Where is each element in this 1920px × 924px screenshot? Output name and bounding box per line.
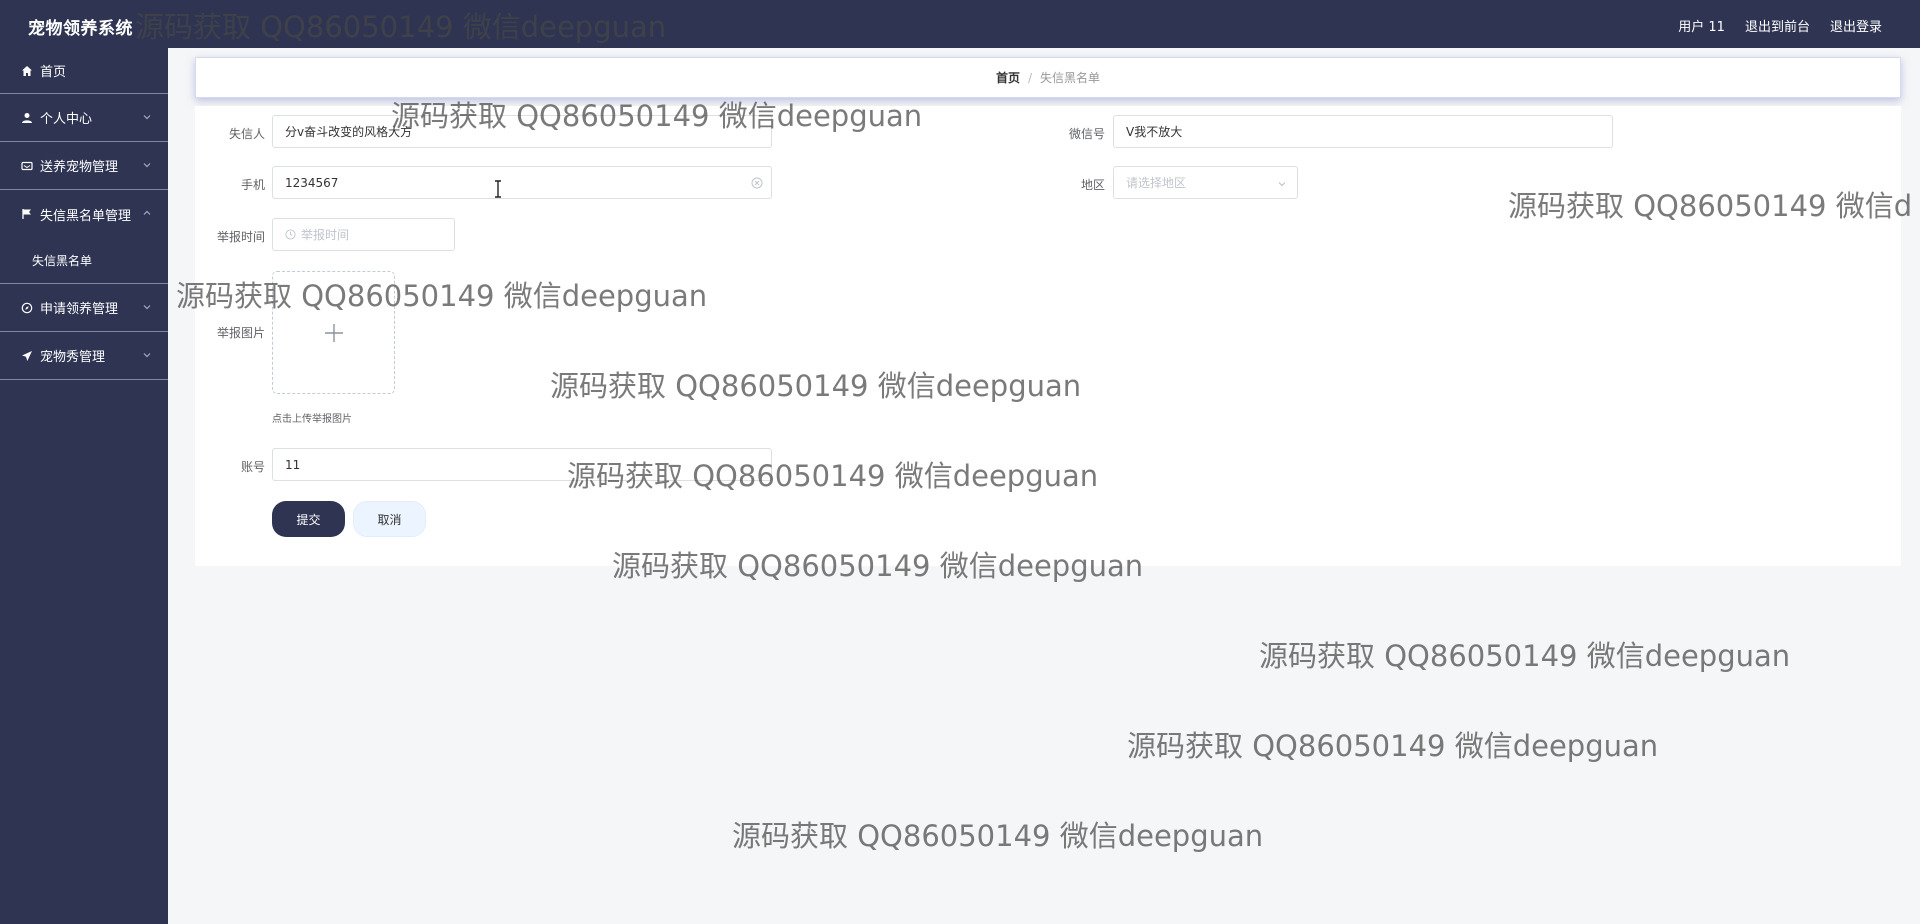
- account-label: 账号: [240, 460, 265, 474]
- account-input[interactable]: 11: [272, 448, 772, 481]
- sidebar-item-label: 送养宠物管理: [40, 160, 119, 175]
- image-upload-button[interactable]: [272, 271, 395, 394]
- user-icon: [20, 111, 34, 125]
- chevron-down-icon: [143, 115, 151, 120]
- text-cursor-icon: [495, 180, 501, 198]
- sidebar-item-home[interactable]: 首页: [0, 48, 168, 94]
- header-nav: 用户 11 退出到前台 退出登录: [1678, 16, 1882, 35]
- region-placeholder: 请选择地区: [1126, 176, 1187, 190]
- sidebar-item-label: 失信黑名单: [32, 254, 93, 268]
- sidebar-item-adoption-applications[interactable]: 申请领养管理: [0, 284, 168, 332]
- sidebar-item-rehome-pets[interactable]: 送养宠物管理: [0, 142, 168, 190]
- chevron-up-icon: [143, 210, 151, 215]
- chevron-down-icon: [143, 305, 151, 310]
- upload-hint: 点击上传举报图片: [272, 414, 352, 425]
- back-to-front-link[interactable]: 退出到前台: [1745, 16, 1810, 35]
- sidebar-item-label: 宠物秀管理: [40, 350, 106, 365]
- phone-value: 1234567: [285, 175, 339, 190]
- logout-link[interactable]: 退出登录: [1830, 16, 1882, 35]
- breadcrumb-current: 失信黑名单: [1040, 71, 1101, 85]
- sidebar: 首页 个人中心 送养宠物管理 失信黑名单管理 失信黑名单 申请领养管理 宠物秀管…: [0, 48, 168, 924]
- sidebar-item-pet-show[interactable]: 宠物秀管理: [0, 332, 168, 380]
- phone-input[interactable]: 1234567: [272, 166, 772, 199]
- top-header: 宠物领养系统 用户 11 退出到前台 退出登录: [0, 0, 1920, 48]
- clock-icon: [285, 229, 296, 240]
- plus-icon: [325, 324, 343, 342]
- sidebar-item-personal-center[interactable]: 个人中心: [0, 94, 168, 142]
- wechat-input[interactable]: V我不放大: [1113, 115, 1613, 148]
- card-icon: [20, 159, 34, 173]
- dishonest-person-input[interactable]: 分v奋斗改变的风格大方: [272, 115, 772, 148]
- clear-icon[interactable]: [751, 177, 763, 189]
- region-select[interactable]: 请选择地区: [1113, 166, 1298, 199]
- sidebar-item-blacklist-management[interactable]: 失信黑名单管理: [0, 190, 168, 238]
- report-time-label: 举报时间: [216, 230, 265, 244]
- main-content: 首页 / 失信黑名单 失信人 分v奋斗改变的风格大方 微信号 V我不放大 手机 …: [168, 48, 1920, 924]
- chevron-down-icon: [1278, 182, 1286, 187]
- app-title: 宠物领养系统: [28, 19, 133, 39]
- user-menu[interactable]: 用户 11: [1678, 16, 1725, 35]
- wechat-label: 微信号: [1068, 127, 1105, 141]
- report-time-placeholder: 举报时间: [301, 228, 350, 242]
- sidebar-item-label: 失信黑名单管理: [40, 208, 132, 224]
- flag-icon: [20, 207, 34, 221]
- sidebar-item-label: 申请领养管理: [40, 302, 119, 317]
- phone-label: 手机: [240, 178, 265, 192]
- blacklist-form: 失信人 分v奋斗改变的风格大方 微信号 V我不放大 手机 1234567 地区 …: [195, 106, 1901, 566]
- breadcrumb-separator: /: [1027, 70, 1033, 85]
- report-time-picker[interactable]: 举报时间: [272, 218, 455, 251]
- breadcrumb-home[interactable]: 首页: [996, 69, 1020, 86]
- compass-icon: [20, 301, 34, 315]
- send-icon: [20, 349, 34, 363]
- region-label: 地区: [1080, 178, 1105, 192]
- sidebar-item-label: 个人中心: [40, 112, 93, 127]
- cancel-button[interactable]: 取消: [353, 501, 426, 537]
- home-icon: [20, 64, 34, 78]
- chevron-down-icon: [143, 163, 151, 168]
- dishonest-person-label: 失信人: [228, 127, 265, 141]
- sidebar-item-blacklist[interactable]: 失信黑名单: [0, 238, 168, 284]
- report-image-label: 举报图片: [216, 326, 265, 340]
- sidebar-item-label: 首页: [40, 65, 67, 80]
- chevron-down-icon: [143, 353, 151, 358]
- breadcrumb: 首页 / 失信黑名单: [195, 57, 1901, 98]
- submit-button[interactable]: 提交: [272, 501, 345, 537]
